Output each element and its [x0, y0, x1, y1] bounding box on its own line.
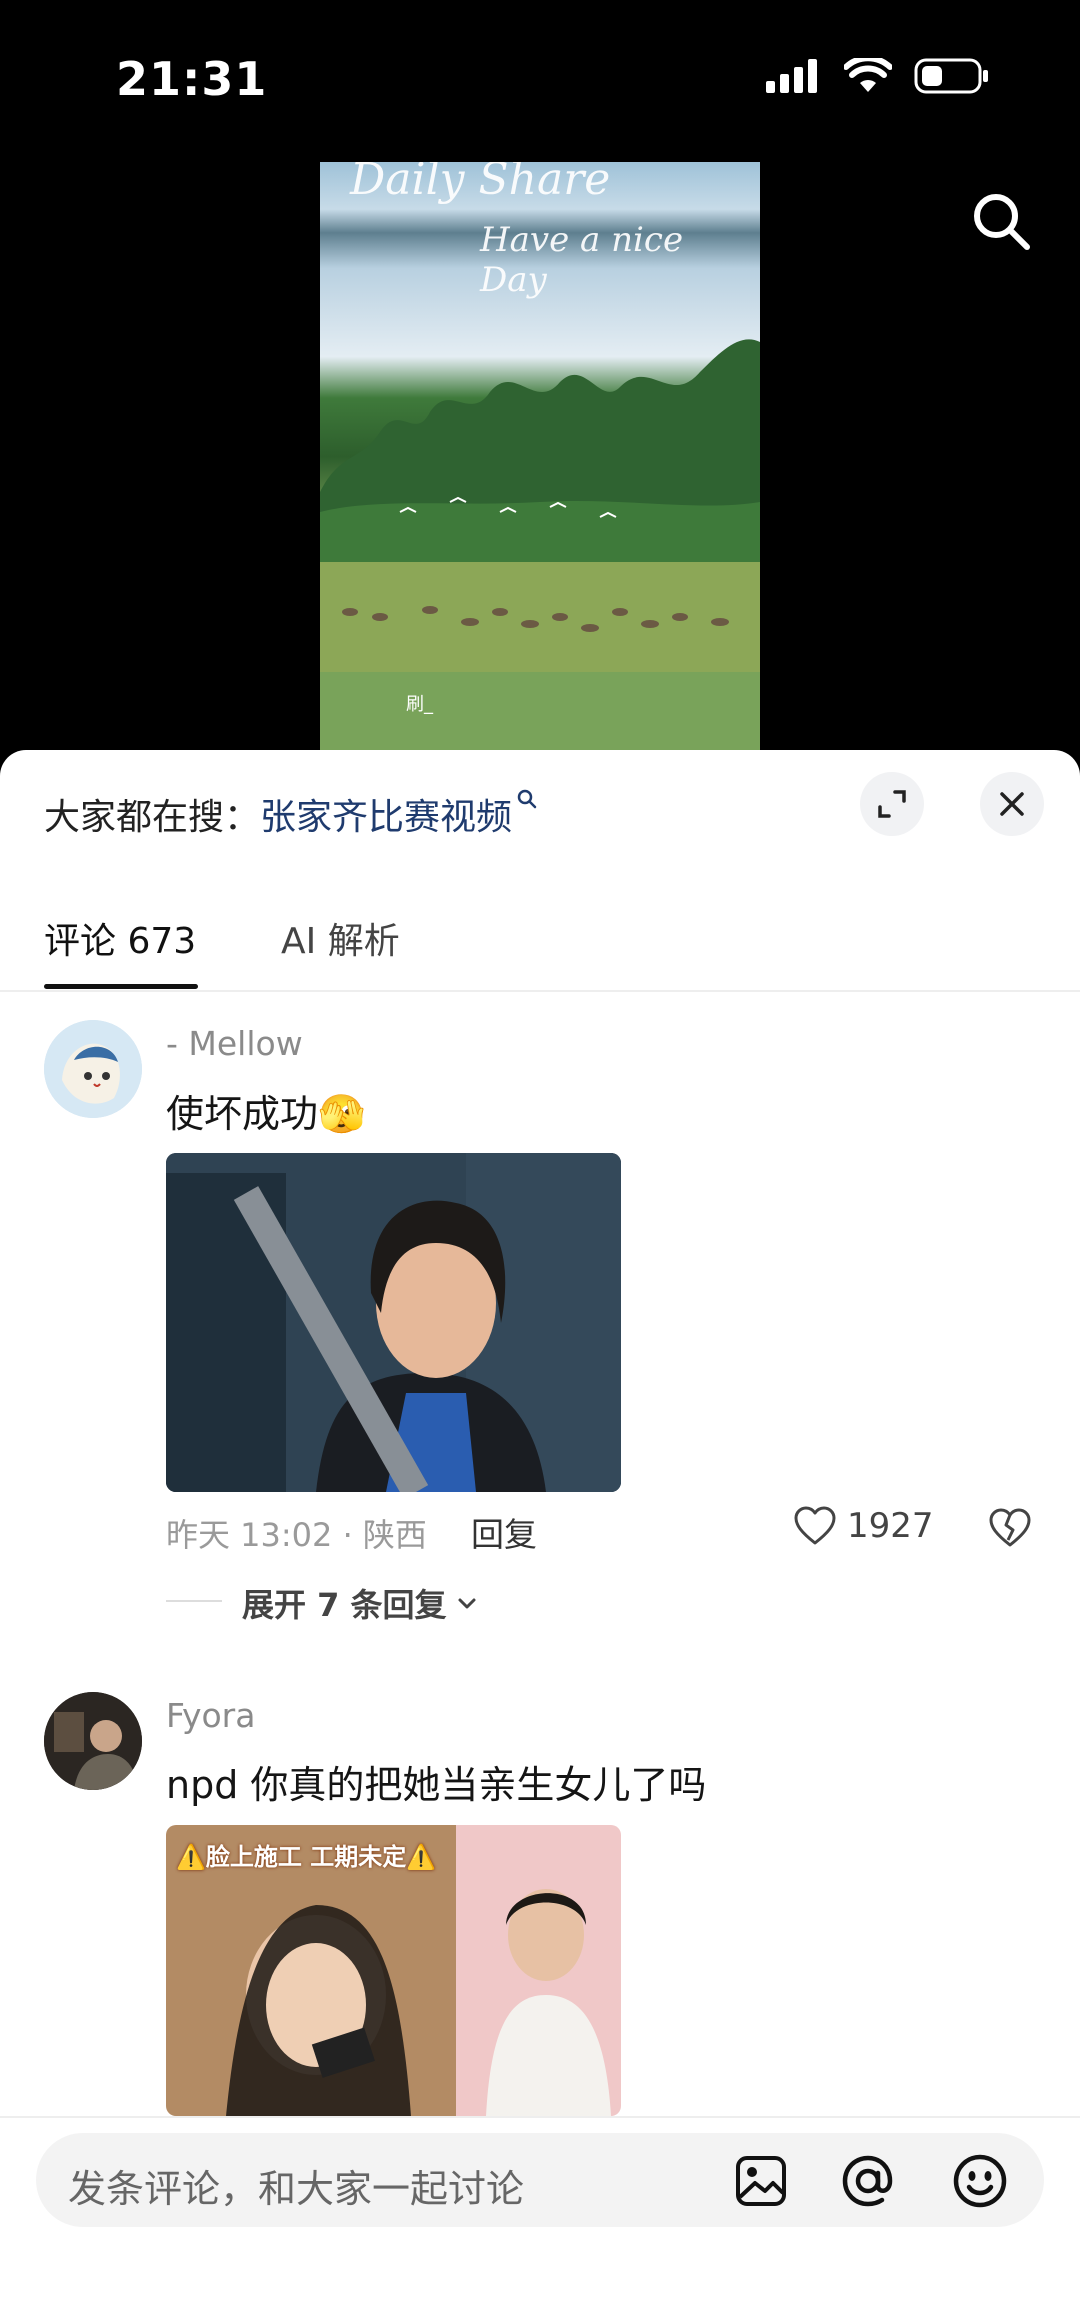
avatar-illustration: [44, 1020, 142, 1118]
video-player[interactable]: Daily Share Have a nice Day 刷_: [320, 162, 760, 752]
status-time: 21:31: [116, 52, 268, 106]
search-suggestion[interactable]: 大家都在搜：张家齐比赛视频: [44, 788, 538, 840]
status-icons: [766, 58, 990, 94]
comment-time-location: 昨天 13:02 · 陕西: [166, 1516, 427, 1554]
search-suggestion-keyword[interactable]: 张家齐比赛视频: [260, 797, 512, 838]
wifi-icon: [844, 58, 892, 92]
avatar[interactable]: [44, 1692, 142, 1790]
emoji-button[interactable]: [952, 2153, 1008, 2213]
battery-icon: [914, 58, 988, 94]
comment-username[interactable]: - Mellow: [166, 1024, 303, 1063]
search-suggestion-prefix: 大家都在搜：: [44, 797, 261, 838]
expand-icon: [878, 790, 906, 818]
expand-replies[interactable]: 展开 7 条回复: [242, 1580, 479, 1626]
video-overlay-subtitle: Have a nice Day: [480, 220, 684, 300]
small-search-icon: [517, 789, 537, 809]
like-count: 1927: [847, 1506, 934, 1546]
close-icon: [1000, 792, 1024, 816]
broken-heart-icon: [989, 1508, 1031, 1547]
video-scenery: [320, 339, 760, 752]
close-button[interactable]: [980, 772, 1044, 836]
replies-line: [166, 1600, 222, 1602]
dislike-button[interactable]: [988, 1508, 1032, 1552]
at-icon: [842, 2155, 893, 2207]
chevron-down-icon: [458, 1598, 476, 1609]
active-tab-indicator: [44, 984, 198, 989]
image-button[interactable]: [735, 2155, 787, 2211]
image-icon: [736, 2156, 786, 2206]
comment-image[interactable]: ⚠️脸上施工 工期未定⚠️: [166, 1825, 621, 2116]
tab-ai-analysis[interactable]: AI 解析: [281, 912, 400, 964]
emoji-icon: [953, 2154, 1007, 2208]
search-button[interactable]: [970, 190, 1032, 256]
image-caption: ⚠️脸上施工 工期未定⚠️: [176, 1843, 437, 1871]
comment-text: 使坏成功🫣: [166, 1083, 365, 1138]
expand-replies-label: 展开 7 条回复: [242, 1586, 447, 1624]
comment-image[interactable]: [166, 1153, 621, 1492]
mention-button[interactable]: [840, 2153, 896, 2213]
comment-photo: [166, 1153, 621, 1492]
comment-emoji: 🫣: [318, 1092, 366, 1136]
expand-button[interactable]: [860, 772, 924, 836]
comment-body: 使坏成功: [166, 1092, 319, 1136]
video-overlay-title: Daily Share: [350, 162, 611, 205]
comment-text: npd 你真的把她当亲生女儿了吗: [166, 1763, 707, 1807]
tabs-divider: [0, 990, 1080, 992]
tab-comments[interactable]: 评论 673: [44, 912, 196, 964]
search-icon: [974, 194, 1030, 250]
signal-icon: [766, 59, 817, 93]
video-caption: 刷_: [406, 694, 433, 715]
comment-input-placeholder[interactable]: 发条评论，和大家一起讨论: [68, 2158, 524, 2213]
like-button[interactable]: 1927: [793, 1506, 934, 1546]
avatar-photo: [44, 1692, 142, 1790]
heart-icon: [794, 1506, 836, 1545]
reply-button[interactable]: 回复: [471, 1508, 537, 1556]
avatar[interactable]: [44, 1020, 142, 1118]
comment-username[interactable]: Fyora: [166, 1696, 255, 1735]
